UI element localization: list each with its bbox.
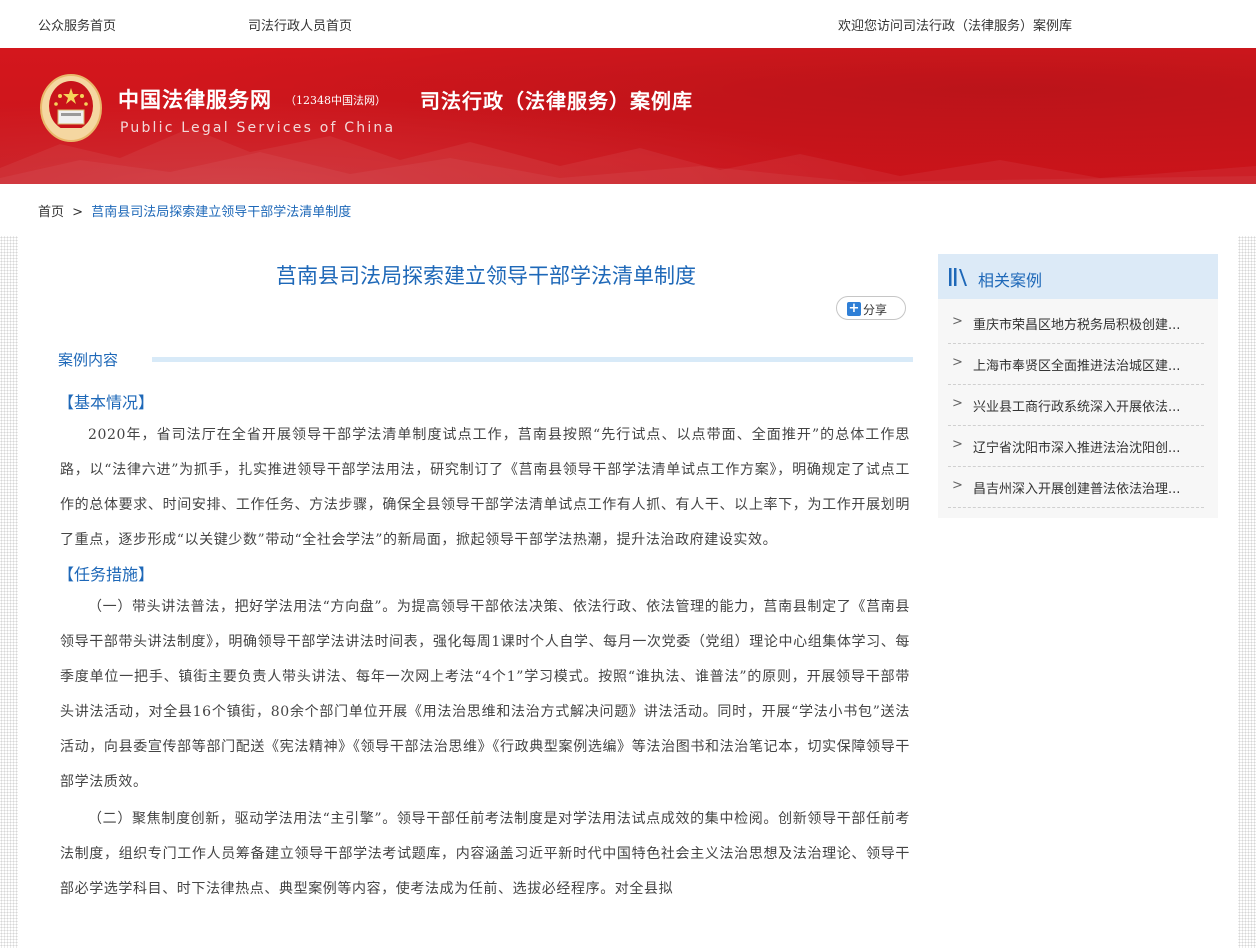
- staff-home-link[interactable]: 司法行政人员首页: [248, 15, 352, 34]
- chevron-right-icon: >: [952, 355, 963, 370]
- related-case-link[interactable]: 重庆市荣昌区地方税务局积极创建...: [973, 314, 1197, 333]
- breadcrumb-home-link[interactable]: 首页: [38, 205, 64, 220]
- chevron-right-icon: >: [952, 437, 963, 452]
- public-service-home-link[interactable]: 公众服务首页: [38, 15, 116, 34]
- court-emblem-icon: [40, 74, 102, 142]
- heading-task-measures: 【任务措施】: [58, 565, 155, 584]
- site-banner: 中国法律服务网 （12348中国法网） Public Legal Service…: [0, 48, 1256, 184]
- paragraph-task-2: （二）聚焦制度创新，驱动学法用法“主引擎”。领导干部任前考法制度是对学法用法试点…: [60, 811, 910, 897]
- related-cases-header: 相关案例: [938, 254, 1218, 299]
- paragraph-task-1: （一）带头讲法普法，把好学法用法“方向盘”。为提高领导干部依法决策、依法行政、依…: [60, 599, 910, 790]
- related-case-link[interactable]: 兴业县工商行政系统深入开展依法...: [973, 396, 1197, 415]
- related-case-item[interactable]: > 兴业县工商行政系统深入开展依法...: [948, 385, 1204, 426]
- related-case-item[interactable]: > 昌吉州深入开展创建普法依法治理...: [948, 467, 1204, 508]
- share-label: 分享: [863, 303, 888, 317]
- article-title: 莒南县司法局探索建立领导干部学法清单制度: [276, 264, 696, 288]
- heading-basic-info: 【基本情况】: [58, 393, 155, 412]
- left-gutter-pattern: [0, 236, 18, 948]
- article-body: 【基本情况】 2020年，省司法厅在全省开展领导干部学法清单制度试点工作，莒南县…: [58, 388, 910, 909]
- breadcrumb-separator: >: [72, 205, 84, 220]
- share-button[interactable]: + 分享: [836, 296, 906, 320]
- article-panel: 莒南县司法局探索建立领导干部学法清单制度 + 分享 案例内容 【基本情况】 20…: [40, 236, 920, 948]
- related-case-item[interactable]: > 重庆市荣昌区地方税务局积极创建...: [948, 303, 1204, 344]
- top-nav-bar: 公众服务首页 司法行政人员首页 欢迎您访问司法行政（法律服务）案例库: [0, 0, 1256, 48]
- related-case-link[interactable]: 昌吉州深入开展创建普法依法治理...: [973, 478, 1197, 497]
- related-cases-panel: 相关案例 > 重庆市荣昌区地方税务局积极创建... > 上海市奉贤区全面推进法治…: [938, 254, 1218, 518]
- related-case-item[interactable]: > 辽宁省沈阳市深入推进法治沈阳创...: [948, 426, 1204, 467]
- breadcrumb: 首页 > 莒南县司法局探索建立领导干部学法清单制度: [38, 201, 351, 220]
- breadcrumb-current[interactable]: 莒南县司法局探索建立领导干部学法清单制度: [91, 205, 351, 220]
- section-divider: [152, 357, 913, 362]
- banner-mountain-decoration: [0, 128, 1256, 184]
- related-case-item[interactable]: > 上海市奉贤区全面推进法治城区建...: [948, 344, 1204, 385]
- right-gutter-pattern: [1238, 236, 1256, 948]
- list-bars-icon: [949, 268, 967, 286]
- related-case-link[interactable]: 上海市奉贤区全面推进法治城区建...: [973, 355, 1197, 374]
- chevron-right-icon: >: [952, 478, 963, 493]
- paragraph-basic-info: 2020年，省司法厅在全省开展领导干部学法清单制度试点工作，莒南县按照“先行试点…: [60, 427, 910, 548]
- related-cases-list: > 重庆市荣昌区地方税务局积极创建... > 上海市奉贤区全面推进法治城区建..…: [948, 303, 1204, 508]
- related-case-link[interactable]: 辽宁省沈阳市深入推进法治沈阳创...: [973, 437, 1197, 456]
- chevron-right-icon: >: [952, 314, 963, 329]
- brand-hotline: （12348中国法网）: [285, 94, 386, 107]
- welcome-text: 欢迎您访问司法行政（法律服务）案例库: [838, 19, 1073, 34]
- related-cases-title: 相关案例: [978, 271, 1043, 290]
- section-title: 案例内容: [58, 351, 119, 369]
- chevron-right-icon: >: [952, 396, 963, 411]
- brand-name-en: Public Legal Services of China: [120, 120, 396, 136]
- brand-name-cn: 中国法律服务网: [118, 87, 272, 112]
- site-title: 司法行政（法律服务）案例库: [420, 89, 693, 113]
- plus-icon: +: [847, 301, 861, 316]
